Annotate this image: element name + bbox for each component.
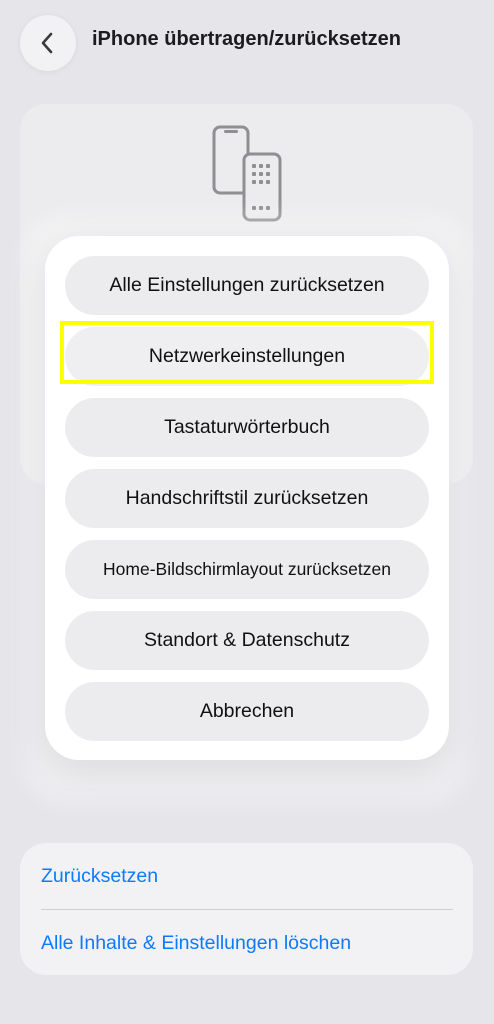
menu-item-label: Alle Einstellungen zurücksetzen [109, 274, 385, 296]
menu-item-label: Standort & Datenschutz [144, 629, 350, 651]
highlight-box [60, 321, 434, 384]
cancel-button[interactable]: Abbrechen [65, 682, 429, 741]
menu-item-home-screen-layout[interactable]: Home-Bildschirmlayout zurücksetzen [65, 540, 429, 599]
menu-item-location-privacy[interactable]: Standort & Datenschutz [65, 611, 429, 670]
menu-item-label: Handschriftstil zurücksetzen [125, 487, 369, 509]
cancel-label: Abbrechen [199, 700, 295, 722]
transfer-phones-icon [212, 125, 282, 222]
reset-link[interactable]: Zurücksetzen [41, 865, 158, 888]
menu-item-label: Home-Bildschirmlayout zurücksetzen [103, 559, 391, 579]
menu-item-handwriting-style[interactable]: Handschriftstil zurücksetzen [65, 469, 429, 528]
menu-item-keyboard-dictionary[interactable]: Tastaturwörterbuch [65, 398, 429, 457]
reset-options-menu: Alle Einstellungen zurücksetzen Netzwerk… [45, 236, 449, 760]
back-button[interactable] [20, 15, 76, 71]
page-title: iPhone übertragen/zurücksetzen [92, 28, 401, 50]
divider [41, 909, 453, 910]
reset-options-card: Zurücksetzen Alle Inhalte & Einstellunge… [20, 843, 473, 975]
erase-all-link[interactable]: Alle Inhalte & Einstellungen löschen [41, 932, 351, 955]
menu-item-label: Tastaturwörterbuch [164, 416, 330, 438]
menu-item-reset-all-settings[interactable]: Alle Einstellungen zurücksetzen [65, 256, 429, 315]
chevron-left-icon [41, 32, 53, 54]
